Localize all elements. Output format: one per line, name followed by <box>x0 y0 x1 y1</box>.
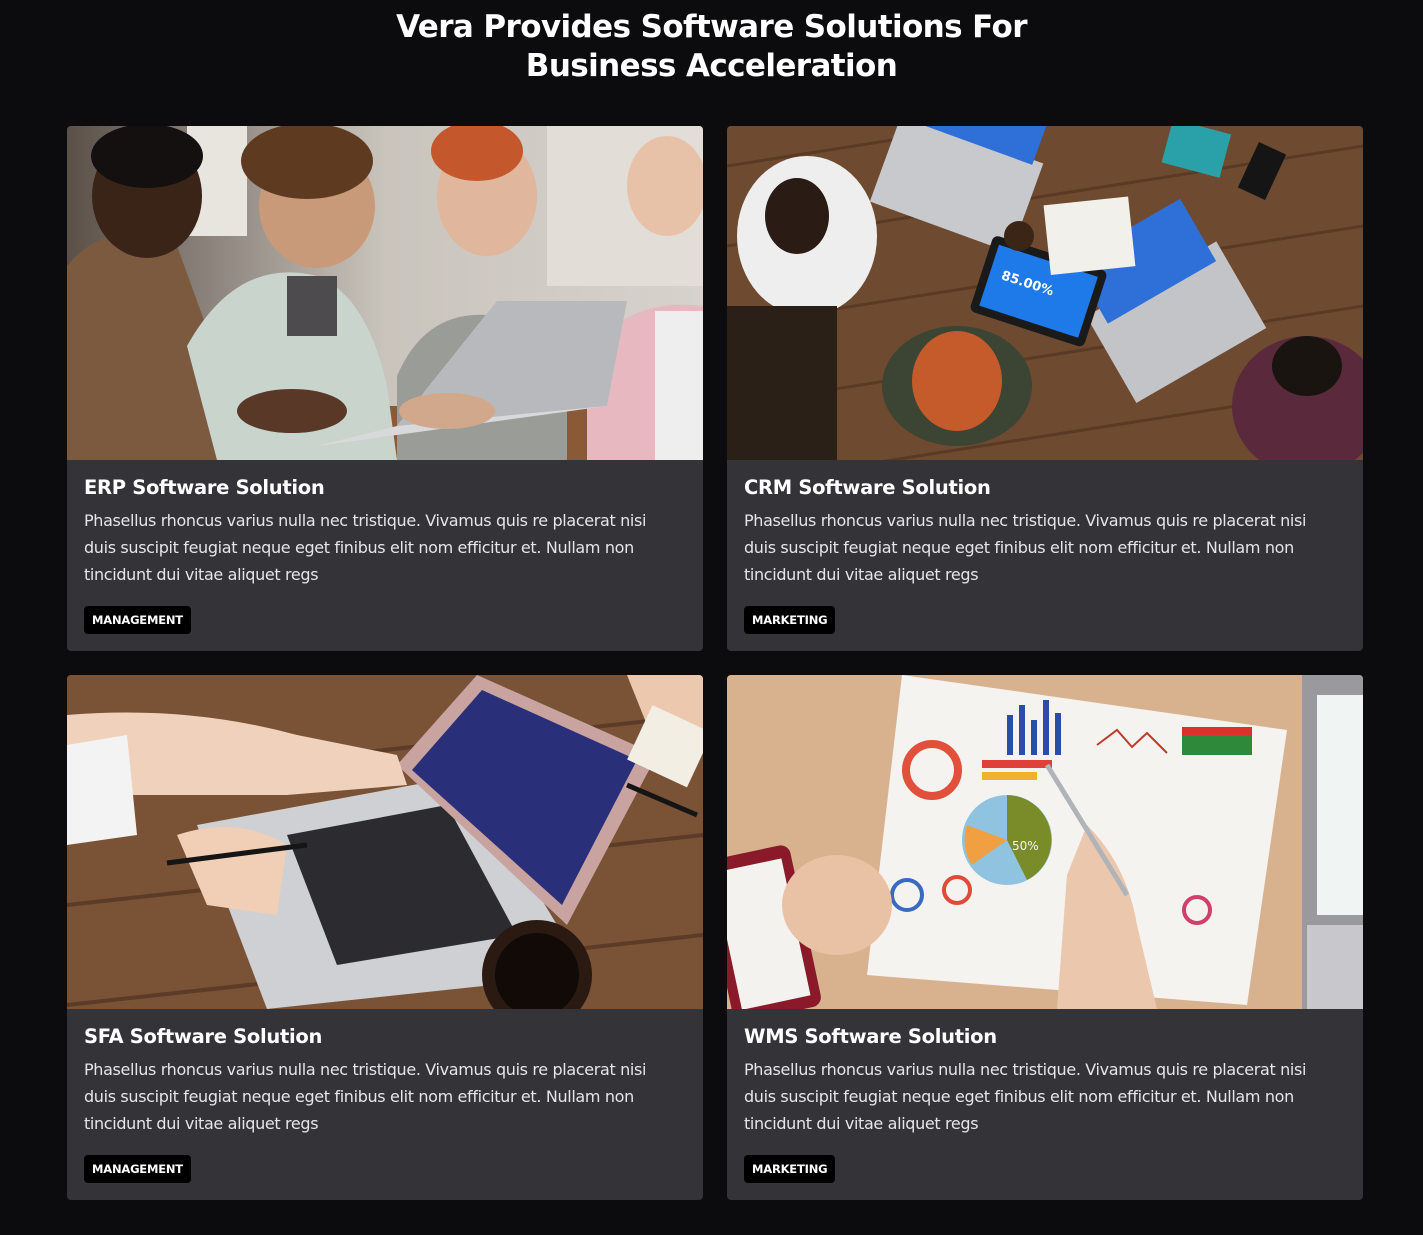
heading-line-1: Vera Provides Software Solutions For <box>396 9 1027 45</box>
card-description: Phasellus rhoncus varius nulla nec trist… <box>84 1060 647 1133</box>
service-card-erp[interactable]: ERP Software Solution Phasellus rhoncus … <box>67 126 703 651</box>
card-image-charts-report: 50% <box>727 675 1363 1009</box>
service-card-wms[interactable]: 50% WMS Software Solution Phasellus rhon… <box>727 675 1363 1200</box>
card-image-team-laptop <box>67 126 703 460</box>
card-title[interactable]: SFA Software Solution <box>84 1024 686 1050</box>
card-body: CRM Software Solution Phasellus rhoncus … <box>744 475 1346 588</box>
heading-line-2: Business Acceleration <box>525 48 898 84</box>
category-tag-marketing[interactable]: MARKETING <box>744 1155 836 1183</box>
pie-label-text: 50% <box>1012 839 1039 853</box>
category-tag-management[interactable]: MANAGEMENT <box>84 1155 191 1183</box>
card-image-overhead-meeting: 85.00% <box>727 126 1363 460</box>
card-description: Phasellus rhoncus varius nulla nec trist… <box>744 511 1307 584</box>
services-section: Vera Provides Software Solutions For Bus… <box>0 0 1423 1235</box>
card-title[interactable]: ERP Software Solution <box>84 475 686 501</box>
category-tag-management[interactable]: MANAGEMENT <box>84 606 191 634</box>
card-image-laptop-hands <box>67 675 703 1009</box>
category-tag-marketing[interactable]: MARKETING <box>744 606 836 634</box>
card-description: Phasellus rhoncus varius nulla nec trist… <box>84 511 647 584</box>
service-card-crm[interactable]: 85.00% CRM Software Solution Phasellus r… <box>727 126 1363 651</box>
section-heading: Vera Provides Software Solutions For Bus… <box>0 8 1423 86</box>
card-body: SFA Software Solution Phasellus rhoncus … <box>84 1024 686 1137</box>
card-body: WMS Software Solution Phasellus rhoncus … <box>744 1024 1346 1137</box>
card-title[interactable]: WMS Software Solution <box>744 1024 1346 1050</box>
card-title[interactable]: CRM Software Solution <box>744 475 1346 501</box>
service-card-sfa[interactable]: SFA Software Solution Phasellus rhoncus … <box>67 675 703 1200</box>
card-description: Phasellus rhoncus varius nulla nec trist… <box>744 1060 1307 1133</box>
card-body: ERP Software Solution Phasellus rhoncus … <box>84 475 686 588</box>
